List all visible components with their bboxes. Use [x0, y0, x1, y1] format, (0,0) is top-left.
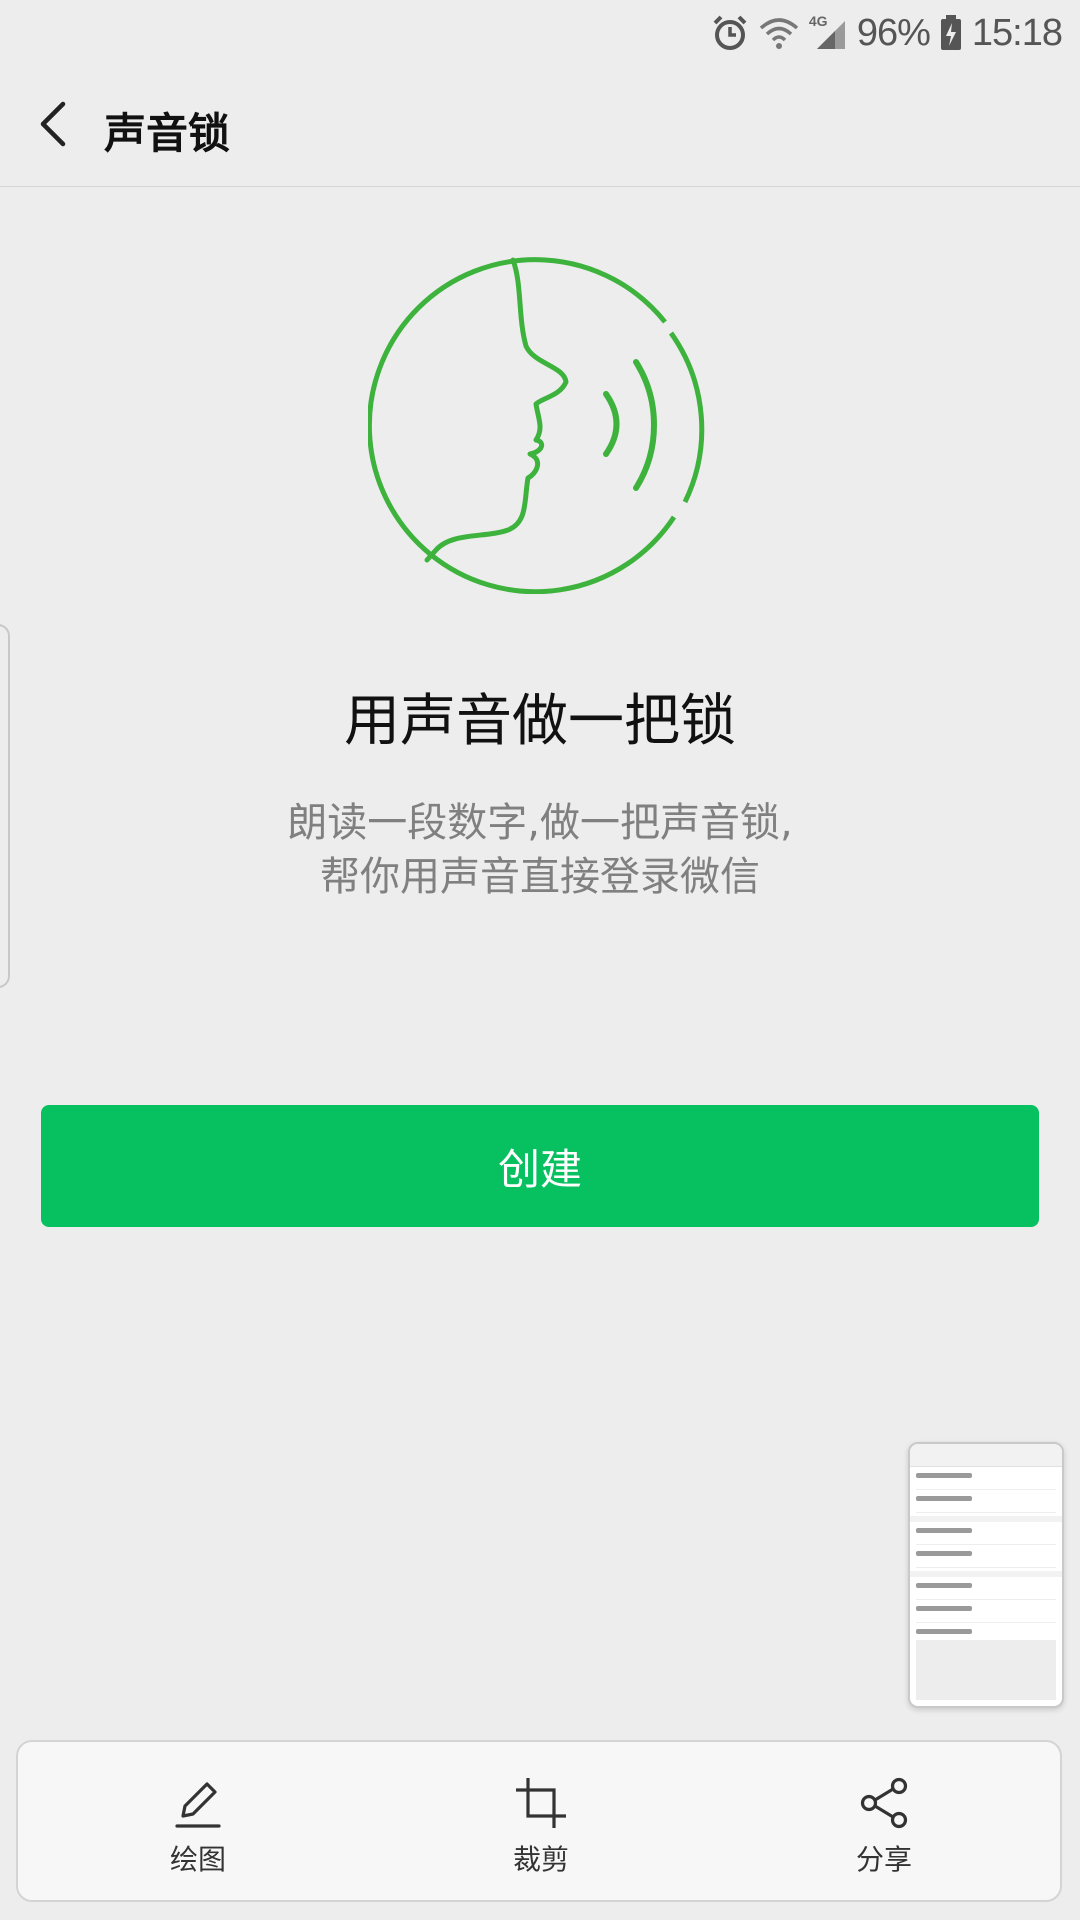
nav-header: 声音锁 — [0, 64, 1080, 187]
thumbnail-row — [916, 1551, 1056, 1568]
crop-button[interactable]: 裁剪 — [441, 1742, 641, 1900]
battery-percent: 96% — [856, 11, 931, 54]
create-button[interactable]: 创建 — [41, 1105, 1039, 1227]
cell-signal-icon: 4G — [809, 13, 847, 51]
draw-button[interactable]: 绘图 — [98, 1742, 298, 1900]
description-line-2: 帮你用声音直接登录微信 — [320, 854, 760, 900]
screenshot-toolbar: 绘图 裁剪 分享 — [16, 1740, 1062, 1902]
thumbnail-gap — [910, 1516, 1062, 1522]
crop-icon — [516, 1778, 566, 1828]
description: 朗读一段数字,做一把声音锁, 帮你用声音直接登录微信 — [0, 796, 1080, 904]
voice-profile-icon — [368, 257, 705, 594]
crop-label: 裁剪 — [512, 1843, 569, 1876]
thumbnail-header — [910, 1444, 1062, 1467]
thumbnail-row — [916, 1606, 1056, 1623]
thumbnail-row — [916, 1583, 1056, 1600]
status-bar: 4G 96% 15:18 — [0, 0, 1080, 64]
thumbnail-row — [916, 1496, 1056, 1513]
thumbnail-footer — [916, 1640, 1056, 1700]
headline: 用声音做一把锁 — [344, 689, 736, 754]
alarm-icon — [713, 15, 747, 50]
page-title: 声音锁 — [104, 109, 231, 158]
thumbnail-gap — [910, 1571, 1062, 1577]
description-line-1: 朗读一段数字,做一把声音锁, — [287, 800, 793, 846]
back-button[interactable] — [20, 92, 84, 156]
clock: 15:18 — [971, 11, 1063, 54]
wifi-icon — [759, 18, 799, 49]
screenshot-thumbnail[interactable] — [908, 1442, 1064, 1708]
draw-label: 绘图 — [169, 1843, 226, 1876]
pencil-icon — [175, 1782, 221, 1828]
chevron-left-icon — [40, 101, 66, 147]
thumbnail-row — [916, 1473, 1056, 1490]
status-icons: 4G 96% 15:18 — [711, 10, 1063, 56]
share-button[interactable]: 分享 — [784, 1742, 984, 1900]
share-label: 分享 — [855, 1843, 912, 1876]
thumbnail-row — [916, 1528, 1056, 1545]
share-icon — [860, 1777, 908, 1829]
battery-charging-icon — [940, 15, 961, 50]
